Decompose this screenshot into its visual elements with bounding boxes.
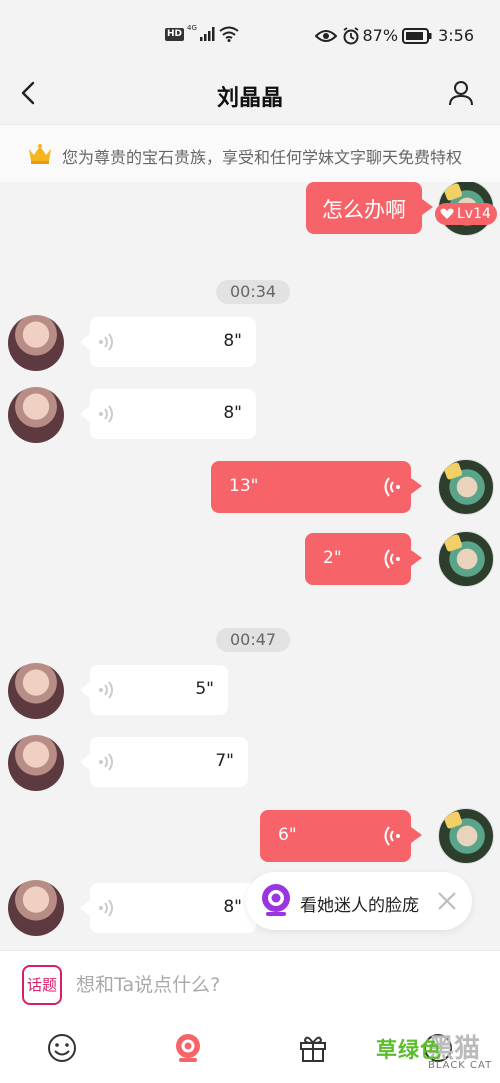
- voice-message-received[interactable]: 8": [80, 883, 256, 933]
- voice-wave-icon: [384, 826, 400, 846]
- voice-wave-icon: [384, 549, 400, 569]
- voice-message-received[interactable]: 8": [80, 317, 256, 367]
- hd-badge: HD: [165, 27, 185, 41]
- vip-text: 您为尊贵的宝石贵族，享受和任何学妹文字聊天免费特权: [62, 148, 463, 167]
- clock: 3:56: [438, 26, 474, 45]
- emoji-icon[interactable]: [46, 1032, 78, 1064]
- contact-avatar[interactable]: [8, 387, 64, 443]
- network-type: 4G: [187, 24, 197, 32]
- voice-duration: 13": [229, 476, 259, 496]
- watermark-sub: BLACK CAT: [428, 1060, 493, 1071]
- close-icon[interactable]: [436, 890, 458, 912]
- voice-duration: 8": [223, 403, 242, 423]
- contact-avatar[interactable]: [8, 315, 64, 371]
- signal-icon: [199, 27, 215, 41]
- popup-text: 看她迷人的脸庞: [300, 896, 419, 916]
- voice-message-received[interactable]: 7": [80, 737, 248, 787]
- nav-header: 刘晶晶: [0, 70, 500, 124]
- voice-message-sent[interactable]: 2": [305, 533, 422, 585]
- view-face-popup[interactable]: 看她迷人的脸庞: [246, 872, 472, 930]
- gift-icon[interactable]: [297, 1032, 329, 1064]
- my-avatar[interactable]: [438, 531, 494, 587]
- network-indicator: HD 4G: [165, 24, 239, 42]
- voice-duration: 5": [195, 679, 214, 699]
- voice-duration: 6": [278, 825, 297, 845]
- topic-button[interactable]: 话题: [22, 965, 62, 1005]
- level-text: Lv14: [457, 206, 491, 222]
- voice-message-received[interactable]: 8": [80, 389, 256, 439]
- voice-wave-icon: [99, 405, 113, 423]
- timestamp: 00:47: [216, 628, 291, 652]
- contact-avatar[interactable]: [8, 663, 64, 719]
- voice-message-sent[interactable]: 13": [211, 461, 422, 513]
- eye-icon: [314, 29, 337, 42]
- alarm-icon: [343, 26, 358, 44]
- status-right: 87% 3:56: [314, 26, 474, 45]
- wifi-icon: [219, 26, 239, 42]
- my-avatar[interactable]: [438, 459, 494, 515]
- camera-icon[interactable]: [172, 1032, 204, 1064]
- page-title: 刘晶晶: [216, 86, 283, 111]
- voice-wave-icon: [99, 899, 113, 917]
- message-text: 怎么办啊: [322, 198, 406, 222]
- voice-duration: 2": [323, 548, 342, 568]
- webcam-icon: [262, 884, 290, 916]
- sent-text-message[interactable]: 怎么办啊: [306, 182, 433, 234]
- level-badge: Lv14: [435, 203, 497, 225]
- voice-message-sent[interactable]: 6": [260, 810, 422, 862]
- status-bar: HD 4G 87% 3:56: [0, 0, 500, 70]
- voice-wave-icon: [99, 333, 113, 351]
- contact-avatar[interactable]: [8, 880, 64, 936]
- voice-duration: 7": [215, 751, 234, 771]
- voice-duration: 8": [223, 897, 242, 917]
- input-bar: 话题: [0, 950, 500, 1018]
- profile-icon[interactable]: [446, 78, 476, 108]
- message-input[interactable]: [76, 965, 456, 1005]
- voice-message-received[interactable]: 5": [80, 665, 228, 715]
- my-avatar[interactable]: [438, 808, 494, 864]
- timestamp: 00:34: [216, 280, 291, 304]
- vip-banner: 您为尊贵的宝石贵族，享受和任何学妹文字聊天免费特权: [0, 124, 500, 182]
- crown-icon: [29, 144, 51, 164]
- heart-icon: [440, 208, 454, 219]
- voice-wave-icon: [99, 681, 113, 699]
- voice-wave-icon: [384, 477, 400, 497]
- chat-area[interactable]: 怎么办啊 Lv14 00:34 8" 8" 13" 2" 00:47 5" 7"…: [0, 182, 500, 950]
- watermark: 黑猫 草绿色 BLACK CAT: [372, 1022, 500, 1083]
- voice-wave-icon: [99, 753, 113, 771]
- battery-percent: 87%: [362, 26, 399, 45]
- battery-icon: [402, 27, 432, 44]
- voice-duration: 8": [223, 331, 242, 351]
- contact-avatar[interactable]: [8, 735, 64, 791]
